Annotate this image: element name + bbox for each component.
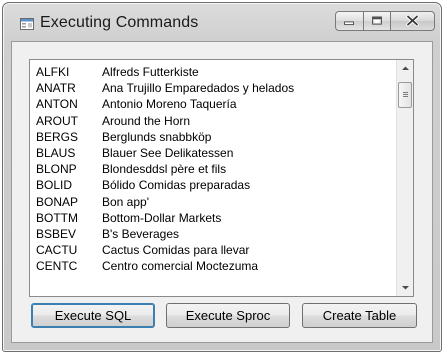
form-client-area: ALFKI Alfreds Futterkiste ANATR Ana Trujill… bbox=[11, 41, 433, 343]
list-item[interactable]: BONAP Bon app' bbox=[36, 194, 294, 210]
customer-name: Blauer See Delikatessen bbox=[102, 145, 234, 160]
customer-name: B's Beverages bbox=[102, 226, 179, 241]
list-item[interactable]: BERGS Berglunds snabbköp bbox=[36, 129, 294, 145]
customer-id: BOLID bbox=[36, 178, 73, 193]
customer-name: Antonio Moreno Taquería bbox=[102, 97, 237, 112]
customer-name: Around the Horn bbox=[102, 113, 191, 128]
customer-name: Bólido Comidas preparadas bbox=[102, 178, 251, 193]
list-item[interactable]: CENTC Centro comercial Moctezuma bbox=[36, 258, 294, 274]
list-item[interactable]: ANATR Ana Trujillo Emparedados y helados bbox=[36, 80, 294, 96]
customer-id: BONAP bbox=[36, 194, 79, 209]
customers-listbox[interactable]: ALFKI Alfreds Futterkiste ANATR Ana Trujill… bbox=[29, 59, 414, 297]
list-item[interactable]: BOTTM Bottom-Dollar Markets bbox=[36, 210, 294, 226]
customer-name: Bon app' bbox=[102, 194, 149, 209]
main-window: Executing Commands ALFKI Alfreds Futterk… bbox=[2, 2, 442, 352]
create-table-button[interactable]: Create Table bbox=[302, 303, 417, 328]
customer-name: Cactus Comidas para llevar bbox=[102, 243, 250, 258]
customer-name: Centro comercial Moctezuma bbox=[102, 259, 259, 274]
window-title: Executing Commands bbox=[40, 14, 199, 31]
close-button[interactable] bbox=[391, 11, 435, 31]
scroll-down-arrow-icon[interactable] bbox=[397, 279, 414, 296]
customer-id: BLONP bbox=[36, 162, 77, 177]
list-item[interactable]: BLAUS Blauer See Delikatessen bbox=[36, 145, 294, 161]
scroll-up-arrow-icon[interactable] bbox=[397, 60, 414, 77]
list-item[interactable]: ANTON Antonio Moreno Taquería bbox=[36, 96, 294, 112]
customer-id: BSBEV bbox=[36, 226, 77, 241]
minimize-button[interactable] bbox=[335, 11, 364, 31]
customer-name: Bottom-Dollar Markets bbox=[102, 210, 222, 225]
scroll-thumb[interactable] bbox=[398, 82, 412, 108]
customer-id: ALFKI bbox=[36, 65, 70, 79]
list-item[interactable]: AROUT Around the Horn bbox=[36, 113, 294, 129]
customer-name: Blondesddsl père et fils bbox=[102, 162, 227, 177]
customer-name: Berglunds snabbköp bbox=[102, 129, 212, 144]
customer-id: CENTC bbox=[36, 259, 78, 274]
caption-buttons bbox=[335, 11, 435, 33]
customer-list: ALFKI Alfreds Futterkiste ANATR Ana Trujill… bbox=[36, 64, 294, 274]
customer-id: BLAUS bbox=[36, 145, 76, 160]
list-item[interactable]: BOLID Bólido Comidas preparadas bbox=[36, 177, 294, 193]
application-icon bbox=[20, 18, 34, 30]
execute-sproc-button[interactable]: Execute Sproc bbox=[166, 303, 290, 328]
list-item[interactable]: BSBEV B's Beverages bbox=[36, 226, 294, 242]
execute-sql-button[interactable]: Execute SQL bbox=[31, 303, 155, 328]
customer-id: AROUT bbox=[36, 113, 78, 128]
customer-name: Ana Trujillo Emparedados y helados bbox=[102, 81, 295, 96]
maximize-icon bbox=[372, 16, 382, 25]
customer-id: ANATR bbox=[36, 81, 76, 96]
close-icon bbox=[406, 14, 419, 27]
customer-id: ANTON bbox=[36, 97, 78, 112]
customer-id: BOTTM bbox=[36, 210, 78, 225]
minimize-icon bbox=[344, 21, 354, 26]
maximize-button[interactable] bbox=[364, 11, 391, 31]
customer-id: CACTU bbox=[36, 243, 78, 258]
title-bar[interactable]: Executing Commands bbox=[3, 3, 441, 41]
customer-id: BERGS bbox=[36, 129, 79, 144]
vertical-scrollbar[interactable] bbox=[396, 60, 413, 296]
list-item[interactable]: BLONP Blondesddsl père et fils bbox=[36, 161, 294, 177]
customer-name: Alfreds Futterkiste bbox=[102, 65, 199, 79]
list-item[interactable]: ALFKI Alfreds Futterkiste bbox=[36, 64, 294, 80]
list-item[interactable]: CACTU Cactus Comidas para llevar bbox=[36, 242, 294, 258]
